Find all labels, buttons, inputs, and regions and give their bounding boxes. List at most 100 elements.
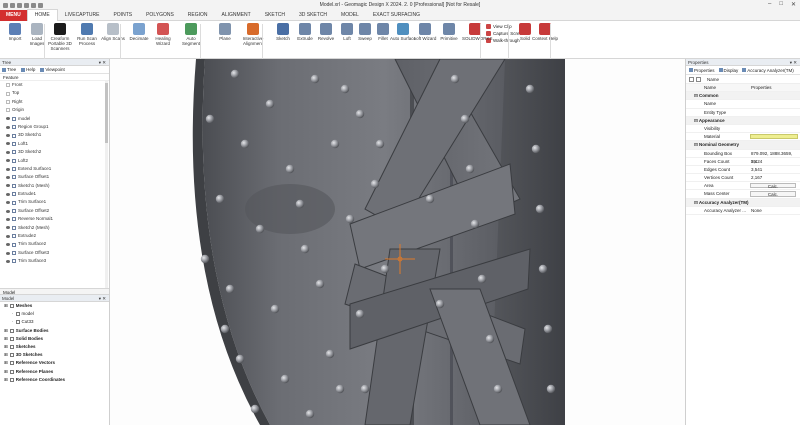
tree-item[interactable]: Reverse Normal1 [0,215,109,223]
eye-icon[interactable] [6,209,10,213]
material-color-swatch[interactable] [750,134,798,140]
model-item[interactable]: ⊞ Solid Bodies [0,335,109,343]
eye-icon[interactable] [6,192,10,196]
tree-item[interactable]: Front [0,81,109,89]
pin-icon[interactable]: ▾ ✕ [790,59,797,66]
tree-scrollbar[interactable] [105,81,108,288]
model-item[interactable]: ⊞ Meshes [0,302,109,310]
window-controls[interactable]: – □ ✕ [768,1,796,8]
tree-tab-tree[interactable]: Tree [2,67,16,72]
tree-item[interactable]: Right [0,98,109,106]
property-category[interactable]: ⊟ Appearance [686,116,800,125]
tab-region[interactable]: REGION [181,10,215,21]
plane-button[interactable]: Plane [212,23,238,41]
tab-points[interactable]: POINTS [106,10,139,21]
tab-menu[interactable]: MENU [0,9,27,21]
eye-icon[interactable] [6,125,10,129]
creaform-portable-3d-scanners-button[interactable]: Creaform Portable 3D Scanners [47,23,73,51]
pin-icon[interactable]: ▾ ✕ [99,59,106,66]
eye-icon[interactable] [6,117,10,121]
tree-item[interactable]: Trim Surface2 [0,240,109,248]
context-help-button[interactable]: Context Help [532,23,558,41]
tree-item[interactable]: model [0,115,109,123]
model-item[interactable]: ⊞ Reference Planes [0,368,109,376]
tab-polygons[interactable]: POLYGONS [139,10,181,21]
tab-model[interactable]: MODEL [334,10,366,21]
eye-icon[interactable] [6,243,10,247]
expand-icon[interactable]: ⊞ [4,359,8,367]
loft-wizard-button[interactable]: Loft Wizard [412,23,438,41]
tree-item[interactable]: Sketch2 (Mesh) [0,224,109,232]
eye-icon[interactable] [6,234,10,238]
eye-icon[interactable] [6,167,10,171]
tab-alignment[interactable]: ALIGNMENT [215,10,258,21]
tab-home[interactable]: HOME [26,9,58,21]
align-scans-button[interactable]: Align Scans [100,23,126,41]
tree-item[interactable]: Extend Surface1 [0,165,109,173]
eye-icon[interactable] [6,142,10,146]
calc-button[interactable]: Calc. [750,191,796,197]
tree-item[interactable]: Sketch1 (Mesh) [0,182,109,190]
property-category[interactable]: ⊟ Nominal Geometry [686,141,800,150]
expand-icon[interactable]: ⊞ [4,376,8,384]
tab-3d-sketch[interactable]: 3D SKETCH [292,10,334,21]
expand-icon[interactable]: · [12,318,14,326]
eye-icon[interactable] [6,184,10,188]
eye-icon[interactable] [6,134,10,138]
tab-sketch[interactable]: SKETCH [258,10,292,21]
solidworks-button[interactable]: SOLIDWORKS [462,23,493,41]
model-render[interactable] [110,59,685,425]
property-category[interactable]: ⊟ Accuracy Analyzer(TM) [686,198,800,207]
expand-icon[interactable]: ⊞ [4,368,8,376]
tree-item[interactable]: Extrude1 [0,190,109,198]
eye-icon[interactable] [6,150,10,154]
tree-footer-tab[interactable]: Model [0,288,109,295]
tree-tab-help[interactable]: Help [21,67,35,72]
eye-icon[interactable] [6,217,10,221]
eye-icon[interactable] [6,159,10,163]
eye-icon[interactable] [6,226,10,230]
prop-tab-properties[interactable]: Properties [689,68,715,73]
tree-item[interactable]: Top [0,89,109,97]
healing-wizard-button[interactable]: Healing Wizard [150,23,176,46]
eye-icon[interactable] [6,175,10,179]
expand-icon[interactable]: ⊞ [4,335,8,343]
expand-icon[interactable]: ⊞ [4,351,8,359]
tree-item[interactable]: Loft2 [0,157,109,165]
eye-icon[interactable] [6,201,10,205]
model-item[interactable]: ⊞ Sketches [0,343,109,351]
expand-icon[interactable]: · [12,310,14,318]
tab-livecapture[interactable]: LIVECAPTURE [58,10,107,21]
expand-icon[interactable]: ⊞ [4,327,8,335]
decimate-button[interactable]: Decimate [126,23,152,41]
model-item[interactable]: · Cut33 [0,318,109,326]
tree-item[interactable]: 3D Sketch2 [0,148,109,156]
prop-tab-accuracy-analyzer-tm[interactable]: Accuracy Analyzer(TM) [742,68,794,73]
property-category[interactable]: ⊟ Common [686,92,800,101]
model-item[interactable]: ⊞ 3D Sketches [0,351,109,359]
tree-item[interactable]: Loft1 [0,140,109,148]
tree-item[interactable]: Surface Offset2 [0,207,109,215]
tree-item[interactable]: Trim Surface3 [0,257,109,265]
pin-icon[interactable]: ▾ ✕ [99,295,106,302]
expand-icon[interactable]: ⊞ [4,302,8,310]
tree-item[interactable]: Region Group1 [0,123,109,131]
calc-button[interactable]: Calc. [750,183,796,189]
model-item[interactable]: · model [0,310,109,318]
run-scan-process-button[interactable]: Run Scan Process [74,23,100,46]
expand-icon[interactable]: ⊞ [4,343,8,351]
tree-item[interactable]: Extrude2 [0,232,109,240]
tree-item[interactable]: 3D Sketch1 [0,131,109,139]
eye-icon[interactable] [6,251,10,255]
sort-icon[interactable] [689,76,694,82]
tab-exact-surfacing[interactable]: EXACT SURFACING [366,10,427,21]
tree-item[interactable]: Trim Surface1 [0,198,109,206]
model-item[interactable]: ⊞ Reference Vectors [0,359,109,367]
prop-tab-display[interactable]: Display [718,68,738,73]
primitive-button[interactable]: Primitive [436,23,462,41]
filter-icon[interactable] [696,76,701,82]
eye-icon[interactable] [6,259,10,263]
3d-viewport[interactable] [110,59,685,425]
tree-item[interactable]: Surface Offset1 [0,173,109,181]
model-item[interactable]: ⊞ Reference Coordinates [0,376,109,384]
